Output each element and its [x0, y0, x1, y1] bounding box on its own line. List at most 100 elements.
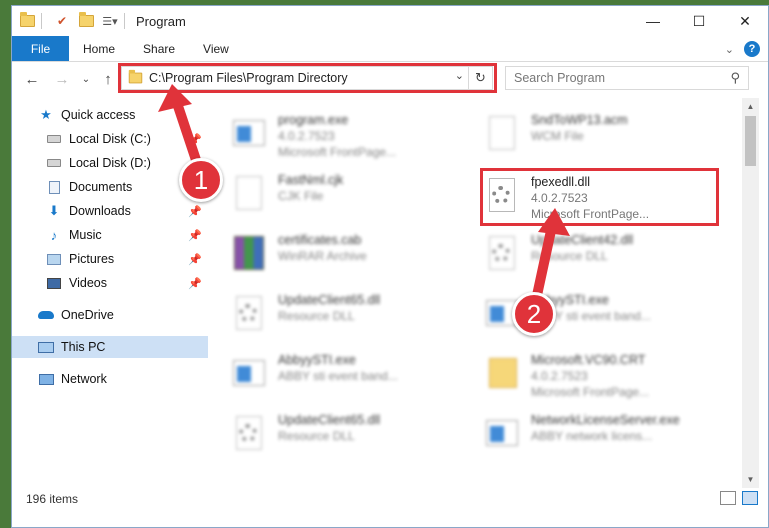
file-name: FastNml.cjk — [278, 173, 344, 187]
close-button[interactable]: ✕ — [722, 6, 768, 36]
address-bar[interactable]: C:\Program Files\Program Directory ⌄ ↻ — [121, 66, 493, 90]
back-arrow-icon[interactable]: ← — [21, 68, 43, 90]
folder-icon — [18, 12, 36, 29]
sidebar-item-videos[interactable]: Videos 📌 — [12, 272, 208, 294]
file-detail: Resource DLL — [278, 429, 355, 443]
file-item[interactable]: FastNml.cjk CJK File — [230, 166, 470, 226]
file-name: fpexedll.dll — [531, 175, 591, 189]
sidebar-item-music[interactable]: ♪ Music 📌 — [12, 224, 208, 246]
tiles-view-icon[interactable] — [742, 491, 758, 505]
file-name: program.exe — [278, 113, 349, 127]
sidebar-item-label: Music — [69, 228, 102, 242]
file-name: Microsoft.VC90.CRT — [531, 353, 646, 367]
navigation-pane: ★ Quick access Local Disk (C:) 📌 Local D… — [12, 98, 208, 488]
search-placeholder: Search Program — [514, 71, 606, 85]
file-detail: Resource DLL — [278, 309, 355, 323]
customize-quick-access-icon[interactable]: ☰▾ — [101, 13, 119, 29]
recent-locations-icon[interactable]: ⌄ — [75, 68, 97, 90]
file-name: NetworkLicenseServer.exe — [531, 413, 680, 427]
file-item[interactable]: AbbyySTI.exe ABBY sti event band... — [230, 346, 470, 406]
explorer-window: ✔ ☰▾ Program — ☐ ✕ File Home Share View … — [11, 5, 769, 528]
sidebar-item-quick-access[interactable]: ★ Quick access — [12, 104, 208, 126]
title-bar: ✔ ☰▾ Program — ☐ ✕ — [12, 6, 768, 36]
file-name: UpdateClient65.dll — [278, 293, 381, 307]
exe-icon — [230, 352, 268, 396]
dll-gear-icon — [483, 232, 521, 276]
address-dropdown-icon[interactable]: ⌄ — [455, 69, 464, 82]
dll-gear-icon — [483, 174, 521, 218]
file-detail: 4.0.2.7523 — [531, 369, 588, 383]
refresh-icon[interactable]: ↻ — [468, 67, 492, 89]
expand-ribbon-icon[interactable]: ⌄ — [725, 43, 734, 56]
exe-icon — [483, 412, 521, 456]
exe-icon — [230, 112, 268, 156]
scroll-down-icon[interactable]: ▼ — [742, 471, 759, 488]
divider — [41, 13, 42, 29]
scroll-thumb[interactable] — [745, 116, 756, 166]
address-path: C:\Program Files\Program Directory — [149, 71, 348, 85]
tab-share[interactable]: Share — [129, 36, 189, 61]
sidebar-item-downloads[interactable]: ⬇ Downloads 📌 — [12, 200, 208, 222]
tab-view[interactable]: View — [189, 36, 243, 61]
file-detail: ABBY sti event band... — [278, 369, 398, 383]
folder-icon — [483, 352, 521, 396]
maximize-button[interactable]: ☐ — [676, 6, 722, 36]
scroll-up-icon[interactable]: ▲ — [742, 98, 759, 115]
status-bar: 196 items — [12, 488, 768, 510]
sidebar-item-label: Downloads — [69, 204, 131, 218]
sidebar-item-this-pc[interactable]: This PC — [12, 336, 208, 358]
new-folder-icon[interactable] — [77, 12, 95, 29]
documents-icon — [46, 180, 62, 194]
sidebar-item-label: Videos — [69, 276, 107, 290]
dll-gear-icon — [230, 412, 268, 456]
file-detail: WinRAR Archive — [278, 249, 367, 263]
file-detail: Resource DLL — [531, 249, 608, 263]
sidebar-item-label: Pictures — [69, 252, 115, 266]
pictures-icon — [46, 252, 62, 266]
file-item[interactable]: SndToWP13.acm WCM File — [483, 106, 723, 166]
file-item[interactable]: Microsoft.VC90.CRT 4.0.2.7523 Microsoft … — [483, 346, 723, 406]
sidebar-item-local-disk-d[interactable]: Local Disk (D:) — [12, 152, 208, 174]
music-icon: ♪ — [50, 227, 58, 243]
page-icon — [483, 112, 521, 156]
page-icon — [230, 172, 268, 216]
file-version: 4.0.2.7523 — [531, 191, 588, 205]
tab-file[interactable]: File — [12, 36, 69, 61]
this-pc-icon — [38, 340, 54, 354]
sidebar-item-label: Network — [61, 372, 107, 386]
file-item[interactable]: certificates.cab WinRAR Archive — [230, 226, 470, 286]
sidebar-item-label: Documents — [69, 180, 133, 194]
up-arrow-icon[interactable]: ↑ — [97, 68, 119, 90]
onedrive-icon — [38, 308, 54, 322]
search-icon: ⚲ — [730, 70, 740, 85]
tab-home[interactable]: Home — [69, 36, 129, 61]
properties-icon[interactable]: ✔ — [53, 13, 71, 29]
sidebar-item-pictures[interactable]: Pictures 📌 — [12, 248, 208, 270]
sidebar-item-network[interactable]: Network — [12, 368, 208, 390]
file-detail: CJK File — [278, 189, 324, 203]
sidebar-item-label: This PC — [61, 340, 106, 354]
pin-icon: 📌 — [188, 253, 202, 266]
minimize-button[interactable]: — — [630, 6, 676, 36]
vertical-scrollbar[interactable]: ▲ ▼ — [742, 98, 759, 488]
file-item[interactable]: NetworkLicenseServer.exe ABBY network li… — [483, 406, 723, 466]
file-item[interactable]: program.exe 4.0.2.7523 Microsoft FrontPa… — [230, 106, 470, 166]
file-item-fpexedll[interactable]: fpexedll.dll 4.0.2.7523 Microsoft FrontP… — [483, 168, 723, 228]
sidebar-item-label: Quick access — [61, 108, 136, 122]
pin-icon: 📌 — [188, 229, 202, 242]
sidebar-item-onedrive[interactable]: OneDrive — [12, 304, 208, 326]
drive-icon — [46, 132, 62, 146]
videos-icon — [46, 276, 62, 290]
help-icon[interactable]: ? — [744, 41, 760, 57]
details-view-icon[interactable] — [720, 491, 736, 505]
file-item[interactable]: UpdateClient65.dll Resource DLL — [230, 286, 470, 346]
file-detail: ABBY network licens... — [531, 429, 653, 443]
forward-arrow-icon[interactable]: → — [51, 68, 73, 90]
file-item[interactable]: UpdateClient42.dll Resource DLL — [483, 226, 723, 286]
sidebar-item-local-disk-c[interactable]: Local Disk (C:) 📌 — [12, 128, 208, 150]
search-input[interactable]: Search Program ⚲ — [505, 66, 749, 90]
step-2-badge: 2 — [512, 292, 556, 336]
file-item[interactable]: UpdateClient65.dll Resource DLL — [230, 406, 470, 466]
window-controls: — ☐ ✕ — [630, 6, 768, 36]
folder-icon — [128, 69, 143, 84]
